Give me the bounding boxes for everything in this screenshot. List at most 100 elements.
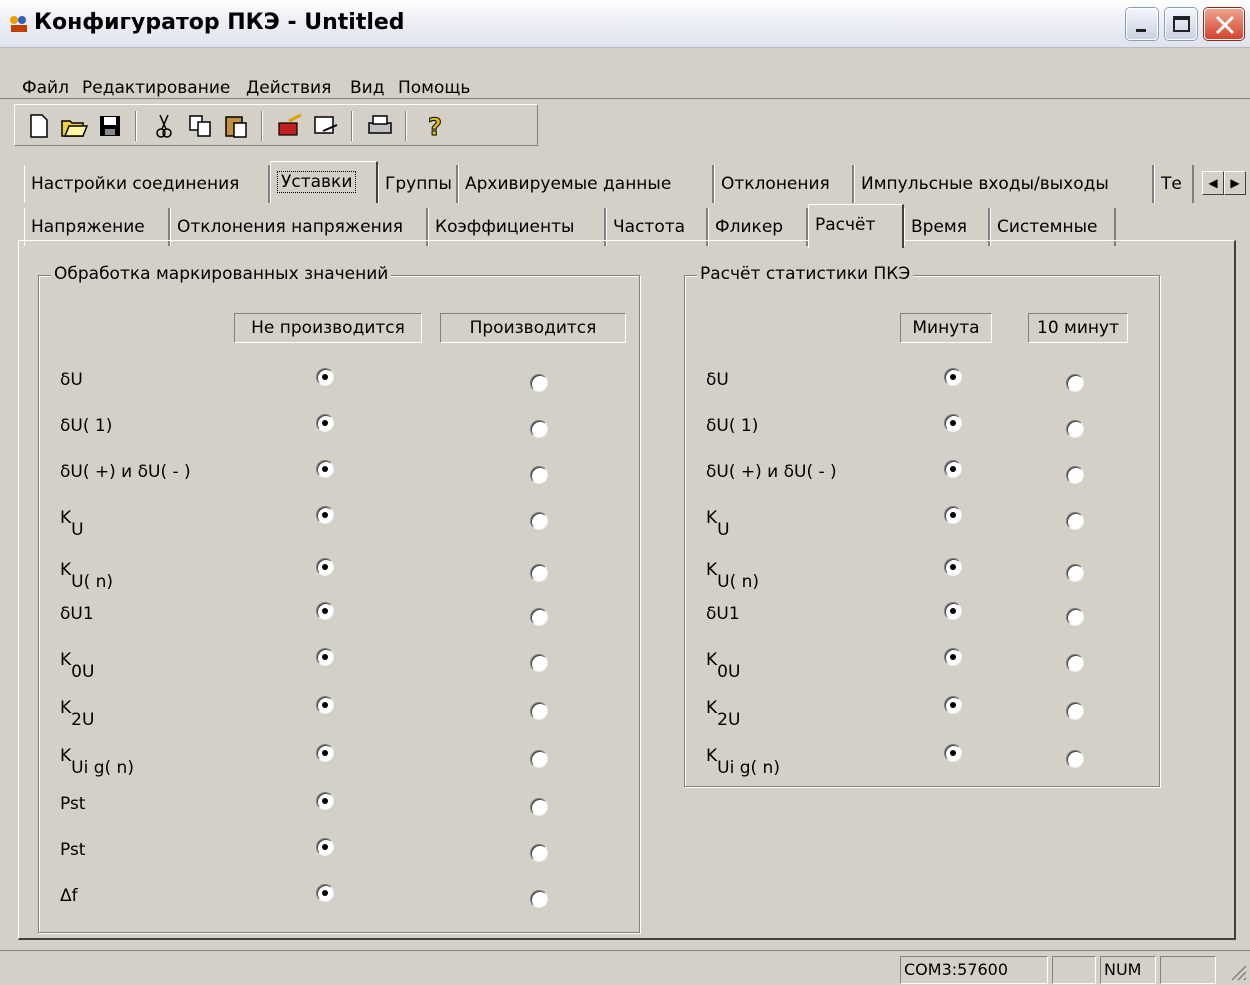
left-row-radio-option1[interactable]	[316, 838, 334, 856]
cut-icon[interactable]	[149, 111, 179, 141]
left-row-radio-option2[interactable]	[530, 564, 548, 582]
resize-grip-icon[interactable]	[1228, 962, 1248, 982]
help-icon[interactable]: ?	[419, 111, 449, 142]
paste-icon[interactable]	[221, 111, 251, 141]
right-row-radio-option1[interactable]	[944, 414, 962, 432]
left-row-label: δU( +) и δU( - )	[60, 462, 191, 482]
menu-view[interactable]: Вид	[350, 78, 384, 98]
menu-actions[interactable]: Действия	[246, 78, 331, 98]
left-row-radio-option2[interactable]	[530, 702, 548, 720]
tab-scroll-right-button[interactable]: ▶	[1224, 171, 1246, 195]
menu-edit[interactable]: Редактирование	[82, 78, 230, 98]
right-row-radio-option2[interactable]	[1066, 374, 1084, 392]
print-icon[interactable]	[365, 111, 395, 141]
right-row-label: KUi g( n)	[706, 746, 780, 778]
marked-values-group-title: Обработка маркированных значений	[51, 264, 392, 284]
left-col-header-off: Не производится	[234, 313, 422, 343]
status-empty	[1052, 956, 1096, 984]
left-row-radio-option1[interactable]	[316, 792, 334, 810]
right-row-radio-option1[interactable]	[944, 744, 962, 762]
maximize-button[interactable]	[1165, 8, 1197, 40]
status-port: COM3:57600	[900, 956, 1048, 984]
left-row-radio-option1[interactable]	[316, 602, 334, 620]
maximize-icon	[1173, 16, 1190, 32]
left-row-label: δU	[60, 370, 83, 390]
right-row-radio-option2[interactable]	[1066, 466, 1084, 484]
open-icon[interactable]	[59, 111, 89, 141]
arrow-left-icon: ◀	[1208, 176, 1218, 190]
left-row-radio-option2[interactable]	[530, 798, 548, 816]
left-row-radio-option2[interactable]	[530, 374, 548, 392]
subtab-calculation[interactable]: Расчёт	[808, 204, 904, 248]
left-row-radio-option2[interactable]	[530, 844, 548, 862]
left-row-radio-option1[interactable]	[316, 884, 334, 902]
right-row-radio-option1[interactable]	[944, 506, 962, 524]
left-row-radio-option1[interactable]	[316, 648, 334, 666]
left-row-radio-option2[interactable]	[530, 420, 548, 438]
statistics-group-title: Расчёт статистики ПКЭ	[697, 264, 914, 284]
left-row-radio-option1[interactable]	[316, 414, 334, 432]
right-row-label: δU( 1)	[706, 416, 759, 436]
menu-file[interactable]: Файл	[22, 78, 69, 98]
main-tab-row: Настройки соединения Уставки Группы Архи…	[0, 161, 1250, 203]
right-row-radio-option1[interactable]	[944, 558, 962, 576]
left-row-radio-option2[interactable]	[530, 512, 548, 530]
left-row-label: δU1	[60, 604, 94, 624]
left-row-radio-option2[interactable]	[530, 750, 548, 768]
right-row-radio-option1[interactable]	[944, 648, 962, 666]
left-row-radio-option1[interactable]	[316, 558, 334, 576]
menu-help[interactable]: Помощь	[398, 78, 470, 98]
tab-connection-settings[interactable]: Настройки соединения	[24, 165, 270, 203]
left-row-label: δU( 1)	[60, 416, 113, 436]
window-title: Конфигуратор ПКЭ - Untitled	[34, 10, 405, 35]
tab-deviations[interactable]: Отклонения	[714, 165, 854, 203]
read-device-icon[interactable]	[275, 111, 305, 141]
copy-icon[interactable]	[185, 111, 215, 141]
tab-archived-data[interactable]: Архивируемые данные	[458, 165, 714, 203]
left-row-label: KU	[60, 508, 84, 540]
left-row-radio-option1[interactable]	[316, 506, 334, 524]
tab-groups[interactable]: Группы	[378, 165, 458, 203]
close-button[interactable]	[1204, 8, 1244, 40]
right-col-header-minute: Минута	[900, 313, 992, 343]
left-row-radio-option2[interactable]	[530, 890, 548, 908]
right-row-radio-option2[interactable]	[1066, 512, 1084, 530]
tab-pulse-io[interactable]: Импульсные входы/выходы	[854, 165, 1154, 203]
status-empty-2	[1160, 956, 1216, 984]
title-bar: Конфигуратор ПКЭ - Untitled	[0, 0, 1250, 48]
right-row-radio-option2[interactable]	[1066, 750, 1084, 768]
new-icon[interactable]	[23, 111, 53, 141]
tab-scroll-left-button[interactable]: ◀	[1202, 171, 1224, 195]
right-row-radio-option2[interactable]	[1066, 702, 1084, 720]
app-icon	[10, 16, 27, 32]
right-row-radio-option1[interactable]	[944, 602, 962, 620]
left-row-radio-option1[interactable]	[316, 368, 334, 386]
left-row-label: Δf	[60, 886, 78, 906]
left-row-radio-option2[interactable]	[530, 608, 548, 626]
toolbar: ?	[14, 104, 538, 146]
minimize-button[interactable]	[1126, 8, 1158, 40]
right-row-radio-option1[interactable]	[944, 368, 962, 386]
left-row-radio-option2[interactable]	[530, 466, 548, 484]
save-icon[interactable]	[95, 111, 125, 141]
right-row-radio-option1[interactable]	[944, 460, 962, 478]
left-row-label: KU( n)	[60, 560, 114, 592]
right-row-radio-option2[interactable]	[1066, 564, 1084, 582]
left-row-radio-option1[interactable]	[316, 460, 334, 478]
statistics-group: Расчёт статистики ПКЭ	[684, 264, 1160, 787]
left-col-header-on: Производится	[440, 313, 626, 343]
right-row-radio-option1[interactable]	[944, 696, 962, 714]
write-device-icon[interactable]	[311, 111, 341, 141]
tab-truncated[interactable]: Те	[1154, 165, 1194, 203]
right-col-header-10min: 10 минут	[1028, 313, 1128, 343]
minimize-icon	[1136, 29, 1146, 32]
right-row-label: K2U	[706, 698, 741, 730]
right-row-radio-option2[interactable]	[1066, 608, 1084, 626]
svg-text:?: ?	[428, 113, 442, 141]
right-row-radio-option2[interactable]	[1066, 654, 1084, 672]
right-row-radio-option2[interactable]	[1066, 420, 1084, 438]
tab-settings[interactable]: Уставки	[270, 161, 378, 203]
left-row-radio-option1[interactable]	[316, 744, 334, 762]
left-row-radio-option1[interactable]	[316, 696, 334, 714]
left-row-radio-option2[interactable]	[530, 654, 548, 672]
